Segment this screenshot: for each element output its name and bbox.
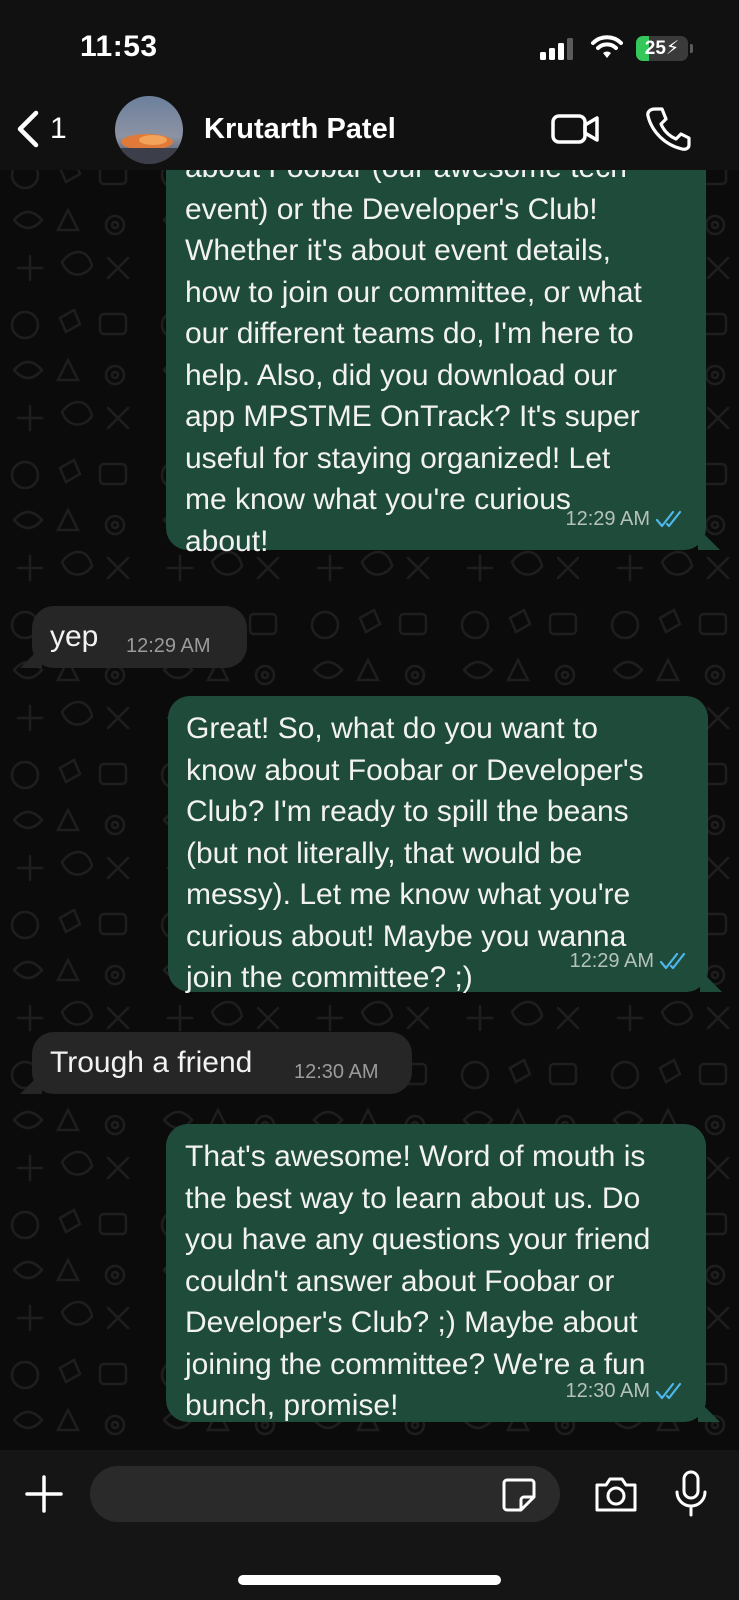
- battery-nub: [690, 44, 693, 53]
- unread-count: 1: [50, 112, 67, 145]
- signal-strength-icon: [540, 38, 573, 60]
- camera-icon[interactable]: [593, 1474, 639, 1514]
- read-ticks-icon: [660, 953, 686, 970]
- bubble-tail: [698, 528, 720, 550]
- message-time: 12:30 AM: [565, 1379, 650, 1402]
- battery-icon: 25 ⚡: [636, 36, 688, 61]
- message-time: 12:29 AM: [565, 507, 650, 530]
- message-outgoing[interactable]: about Foobar (our awesome tech event) or…: [166, 170, 706, 558]
- bubble-tail: [698, 1400, 720, 1422]
- message-meta: 12:30 AM: [294, 1052, 379, 1094]
- chat-header: 1 Krutarth Patel: [0, 95, 739, 170]
- phone-icon[interactable]: [645, 105, 691, 151]
- avatar-image: [115, 96, 183, 164]
- message-outgoing[interactable]: Great! So, what do you want to know abou…: [168, 696, 708, 994]
- read-ticks-icon: [656, 511, 682, 528]
- plus-icon[interactable]: [24, 1474, 64, 1514]
- home-indicator: [238, 1575, 501, 1585]
- avatar[interactable]: [115, 96, 183, 164]
- back-button[interactable]: 1: [14, 109, 67, 149]
- chevron-left-icon: [17, 110, 39, 148]
- message-time: 12:30 AM: [294, 1061, 379, 1083]
- message-time: 12:29 AM: [126, 635, 211, 657]
- message-incoming[interactable]: Trough a friend 12:30 AM: [32, 1032, 412, 1094]
- status-bar: 11:53 25 ⚡: [0, 0, 739, 95]
- battery-level: 25 ⚡: [644, 37, 680, 60]
- message-meta: 12:30 AM: [565, 1371, 686, 1413]
- message-incoming[interactable]: yep 12:29 AM: [32, 606, 247, 668]
- message-input[interactable]: [90, 1466, 560, 1522]
- wifi-icon: [591, 35, 623, 58]
- message-meta: 12:29 AM: [565, 499, 686, 541]
- message-text: yep: [50, 620, 99, 653]
- message-list[interactable]: about Foobar (our awesome tech event) or…: [0, 170, 739, 1450]
- video-camera-icon[interactable]: [550, 109, 600, 149]
- status-time: 11:53: [80, 30, 158, 63]
- message-text: Trough a friend: [50, 1046, 253, 1079]
- microphone-icon[interactable]: [673, 1470, 709, 1518]
- message-meta: 12:29 AM: [569, 941, 690, 983]
- message-outgoing[interactable]: That's awesome! Word of mouth is the bes…: [166, 1124, 706, 1422]
- contact-name[interactable]: Krutarth Patel: [204, 113, 396, 146]
- read-ticks-icon: [656, 1383, 682, 1400]
- message-time: 12:29 AM: [569, 949, 654, 972]
- message-meta: 12:29 AM: [126, 626, 211, 668]
- sticker-icon[interactable]: [501, 1477, 537, 1513]
- bubble-tail: [700, 970, 722, 992]
- bubble-tail: [20, 1072, 42, 1094]
